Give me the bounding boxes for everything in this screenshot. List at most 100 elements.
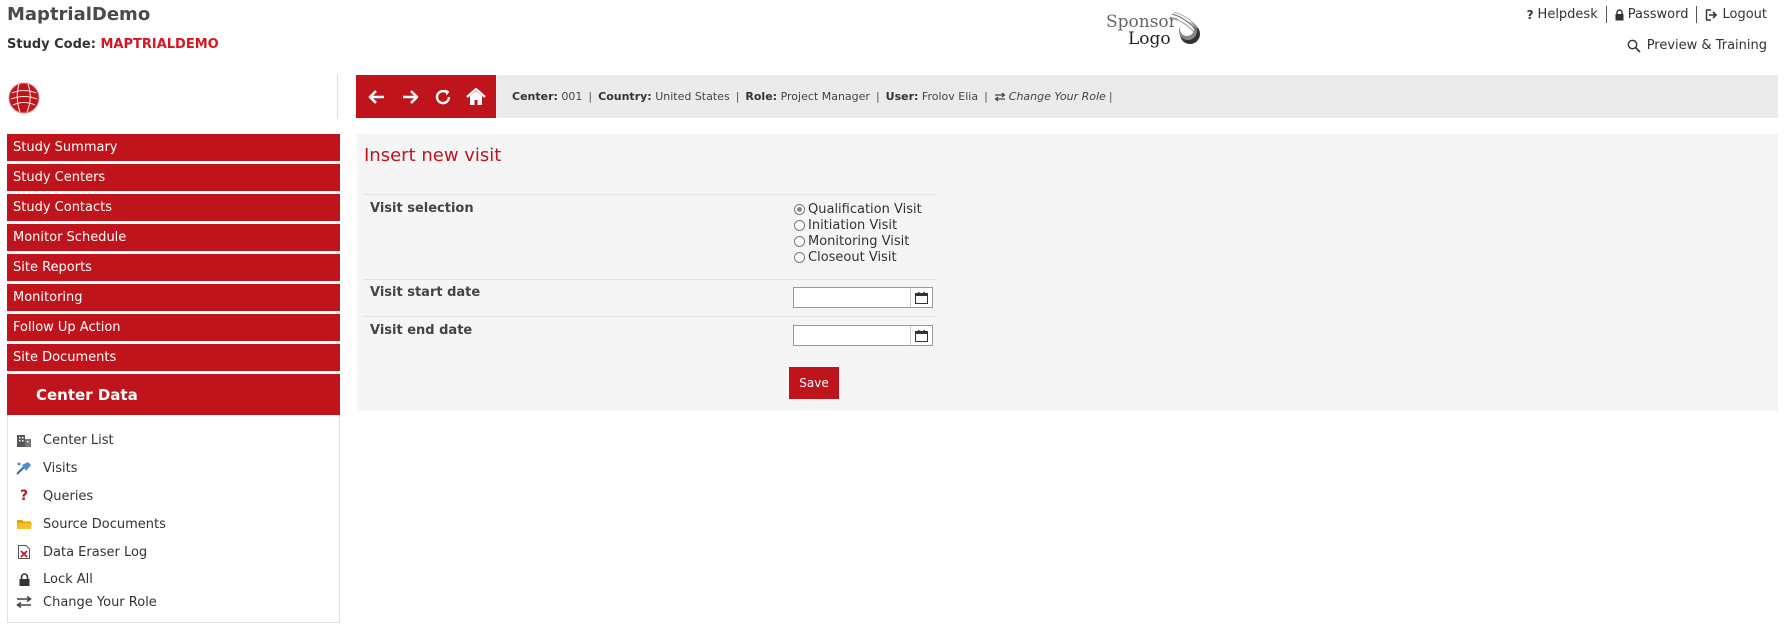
top-links: ? Helpdesk Password Logout bbox=[1527, 6, 1767, 23]
lock-all-link[interactable]: Lock All bbox=[15, 570, 93, 588]
center-list-link[interactable]: Center List bbox=[15, 431, 114, 449]
data-eraser-log-link[interactable]: Data Eraser Log bbox=[15, 543, 147, 561]
radio-button[interactable] bbox=[794, 235, 805, 247]
radio-button[interactable] bbox=[794, 219, 805, 231]
sidebar-menu: Study Summary Study Centers Study Contac… bbox=[7, 134, 340, 374]
study-code-label: Study Code: bbox=[7, 37, 96, 52]
change-role-label: Change Your Role bbox=[1008, 90, 1106, 103]
sidebar-item-study-centers[interactable]: Study Centers bbox=[7, 164, 340, 191]
home-icon bbox=[465, 87, 486, 105]
refresh-button[interactable] bbox=[430, 84, 456, 110]
page-title: Insert new visit bbox=[364, 145, 502, 166]
change-your-role-link[interactable]: Change Your Role bbox=[15, 593, 157, 611]
sidebar-item-study-summary[interactable]: Study Summary bbox=[7, 134, 340, 161]
center-value: 001 bbox=[561, 90, 583, 103]
visits-label: Visits bbox=[43, 460, 78, 476]
center-data-header[interactable]: Center Data bbox=[7, 374, 340, 415]
document-x-icon bbox=[15, 543, 33, 561]
radio-label: Initiation Visit bbox=[808, 217, 898, 233]
calendar-icon bbox=[915, 329, 928, 342]
visit-type-radio-group: Qualification Visit Initiation Visit Mon… bbox=[794, 201, 922, 265]
password-label: Password bbox=[1627, 7, 1689, 22]
visits-link[interactable]: Visits bbox=[15, 459, 77, 477]
password-link[interactable]: Password bbox=[1615, 7, 1689, 22]
helpdesk-label: Helpdesk bbox=[1537, 7, 1598, 22]
divider bbox=[364, 194, 937, 195]
radio-button[interactable] bbox=[794, 251, 805, 263]
visit-end-date-label: Visit end date bbox=[370, 323, 473, 338]
source-documents-link[interactable]: Source Documents bbox=[15, 515, 166, 533]
radio-qualification-visit[interactable]: Qualification Visit bbox=[794, 201, 922, 217]
calendar-button[interactable] bbox=[910, 288, 932, 307]
preview-training-label: Preview & Training bbox=[1646, 38, 1767, 53]
radio-label: Monitoring Visit bbox=[808, 233, 910, 249]
radio-monitoring-visit[interactable]: Monitoring Visit bbox=[794, 233, 922, 249]
arrow-right-icon bbox=[402, 89, 418, 104]
app-title: MaptrialDemo bbox=[7, 4, 151, 25]
sidebar-item-follow-up-action[interactable]: Follow Up Action bbox=[7, 314, 340, 341]
queries-link[interactable]: ? Queries bbox=[15, 487, 93, 505]
logout-label: Logout bbox=[1722, 7, 1767, 22]
sponsor-logo: Sponsor Logo bbox=[1106, 12, 1206, 50]
sidebar-item-site-reports[interactable]: Site Reports bbox=[7, 254, 340, 281]
back-button[interactable] bbox=[364, 84, 390, 110]
logout-link[interactable]: Logout bbox=[1705, 7, 1767, 22]
data-eraser-log-label: Data Eraser Log bbox=[43, 544, 148, 560]
separator bbox=[1605, 6, 1607, 23]
radio-label: Qualification Visit bbox=[808, 201, 922, 217]
center-data-panel: Center List Visits ? Queries Source Docu… bbox=[7, 415, 340, 623]
separator bbox=[1696, 6, 1698, 23]
radio-closeout-visit[interactable]: Closeout Visit bbox=[794, 249, 922, 265]
building-icon bbox=[15, 431, 33, 449]
center-label: Center: bbox=[512, 90, 558, 103]
save-button[interactable]: Save bbox=[789, 367, 839, 399]
navigation-toolbar bbox=[356, 75, 496, 118]
sidebar-item-monitor-schedule[interactable]: Monitor Schedule bbox=[7, 224, 340, 251]
forward-button[interactable] bbox=[397, 84, 423, 110]
swap-icon bbox=[15, 593, 33, 611]
swap-icon bbox=[994, 92, 1006, 101]
visit-start-date-label: Visit start date bbox=[370, 285, 481, 300]
sponsor-swoosh-icon bbox=[1169, 12, 1200, 44]
lock-icon bbox=[1615, 8, 1624, 20]
divider bbox=[364, 316, 937, 317]
radio-label: Closeout Visit bbox=[808, 249, 897, 265]
home-button[interactable] bbox=[463, 84, 489, 110]
calendar-icon bbox=[915, 291, 928, 304]
question-icon: ? bbox=[1526, 7, 1534, 22]
logout-icon bbox=[1706, 8, 1718, 21]
visit-start-date-input[interactable] bbox=[793, 287, 933, 308]
preview-training-link[interactable]: Preview & Training bbox=[1627, 38, 1767, 53]
logo-divider bbox=[337, 75, 338, 119]
insert-visit-panel: Insert new visit Visit selection Qualifi… bbox=[357, 134, 1778, 411]
study-code-value: MAPTRIALDEMO bbox=[100, 37, 219, 52]
source-documents-label: Source Documents bbox=[43, 516, 166, 532]
search-icon bbox=[1627, 39, 1641, 53]
center-list-label: Center List bbox=[43, 432, 114, 448]
sidebar-item-study-contacts[interactable]: Study Contacts bbox=[7, 194, 340, 221]
sidebar-item-monitoring[interactable]: Monitoring bbox=[7, 284, 340, 311]
lock-all-label: Lock All bbox=[43, 571, 93, 587]
radio-initiation-visit[interactable]: Initiation Visit bbox=[794, 217, 922, 233]
user-value: Frolov Elia bbox=[921, 90, 979, 103]
country-value: United States bbox=[655, 90, 730, 103]
visits-icon bbox=[15, 459, 33, 477]
radio-button-checked[interactable] bbox=[794, 203, 805, 215]
change-role-link[interactable]: Change Your Role bbox=[994, 90, 1106, 103]
arrow-left-icon bbox=[368, 89, 384, 104]
change-your-role-label: Change Your Role bbox=[43, 594, 157, 610]
country-label: Country: bbox=[598, 90, 652, 103]
brand-globe-logo bbox=[8, 82, 40, 118]
role-label: Role: bbox=[745, 90, 778, 103]
visit-end-date-input[interactable] bbox=[793, 325, 933, 346]
lock-icon bbox=[15, 570, 33, 588]
globe-icon bbox=[8, 82, 40, 114]
folder-icon bbox=[15, 515, 33, 533]
question-icon: ? bbox=[19, 488, 29, 504]
helpdesk-link[interactable]: ? Helpdesk bbox=[1527, 7, 1598, 22]
sidebar-item-site-documents[interactable]: Site Documents bbox=[7, 344, 340, 371]
queries-label: Queries bbox=[43, 488, 94, 504]
user-label: User: bbox=[885, 90, 919, 103]
calendar-button[interactable] bbox=[910, 326, 932, 345]
visit-selection-label: Visit selection bbox=[370, 201, 474, 216]
